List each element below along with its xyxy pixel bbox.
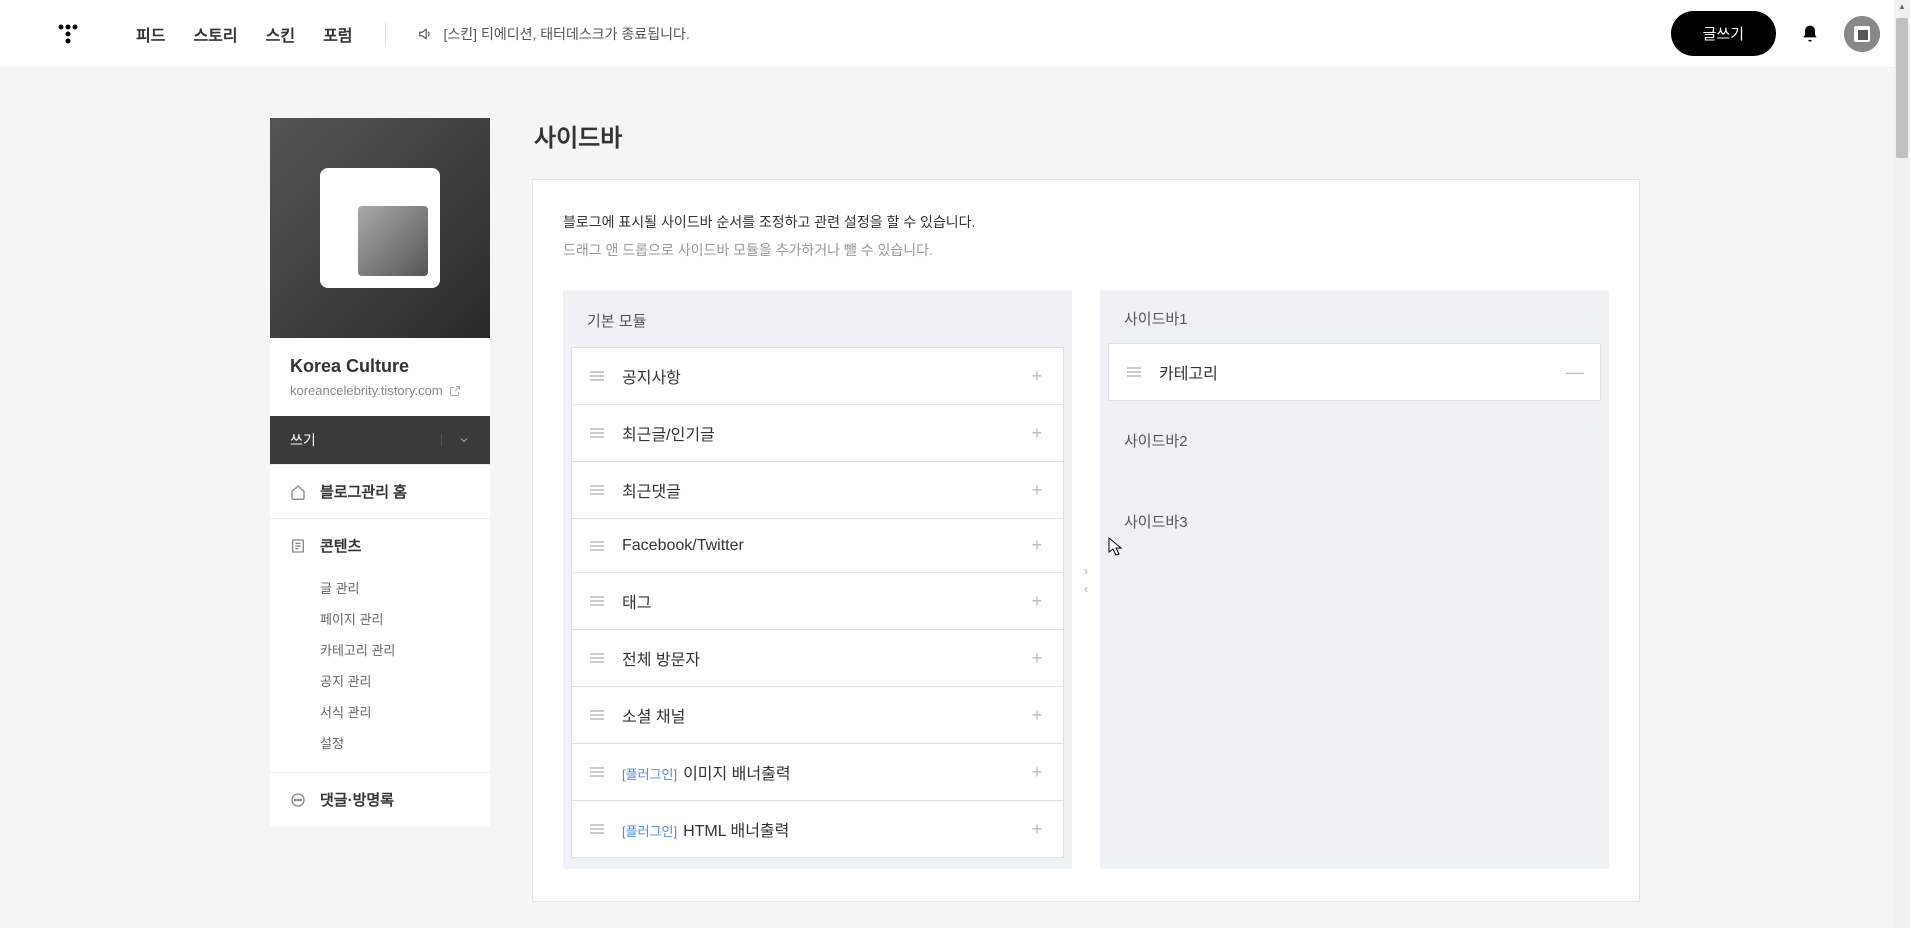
module-label: [플러그인]HTML 배너출력: [622, 817, 1029, 841]
left-menu: 블로그관리 홈 콘텐츠 글 관리 페이지 관리 카테고리 관리 공지 관리 서식…: [270, 464, 490, 826]
module-label: 최근댓글: [622, 478, 1029, 502]
scrollbar[interactable]: ▲: [1894, 0, 1910, 928]
module-label: 태그: [622, 589, 1029, 613]
sub-pages[interactable]: 페이지 관리: [320, 603, 470, 634]
swap-arrows-icon: ›‹: [1084, 564, 1088, 596]
nav-skin[interactable]: 스킨: [266, 22, 295, 46]
drag-handle-icon[interactable]: [590, 652, 604, 664]
add-icon[interactable]: +: [1029, 648, 1045, 669]
module-label: 공지사항: [622, 364, 1029, 388]
sidebar-modules-column: 사이드바1 카테고리— 사이드바2 사이드바3: [1100, 290, 1609, 869]
announce-text: 티에디션, 태터데스크가 종료됩니다.: [481, 26, 690, 42]
header-right: 글쓰기: [1671, 11, 1880, 56]
add-icon[interactable]: +: [1029, 480, 1045, 501]
sub-templates[interactable]: 서식 관리: [320, 696, 470, 727]
scrollbar-thumb[interactable]: [1896, 18, 1908, 158]
add-icon[interactable]: +: [1029, 423, 1045, 444]
add-icon[interactable]: +: [1029, 705, 1045, 726]
document-icon: [290, 538, 306, 554]
nav-forum[interactable]: 포럼: [323, 22, 352, 46]
page-title: 사이드바: [532, 118, 1640, 153]
basic-modules-column: 기본 모듈 공지사항+최근글/인기글+최근댓글+Facebook/Twitter…: [563, 290, 1072, 869]
bell-icon[interactable]: [1800, 24, 1820, 44]
avatar[interactable]: [1844, 16, 1880, 52]
sidebar1-header: 사이드바1: [1100, 290, 1609, 343]
add-icon[interactable]: +: [1029, 762, 1045, 783]
profile-card: Korea Culture koreancelebrity.tistory.co…: [270, 118, 490, 416]
panel: 블로그에 표시될 사이드바 순서를 조정하고 관련 설정을 할 수 있습니다. …: [532, 179, 1640, 902]
module-label: 카테고리: [1159, 360, 1566, 384]
add-icon[interactable]: +: [1029, 366, 1045, 387]
remove-icon[interactable]: —: [1566, 362, 1582, 383]
announcement[interactable]: [스킨] 티에디션, 태터데스크가 종료됩니다.: [418, 24, 690, 44]
external-link-icon: [449, 385, 461, 397]
module-label: 전체 방문자: [622, 646, 1029, 670]
top-header: 피드 스토리 스킨 포럼 [스킨] 티에디션, 태터데스크가 종료됩니다. 글쓰…: [0, 0, 1910, 68]
main-content: 사이드바 블로그에 표시될 사이드바 순서를 조정하고 관련 설정을 할 수 있…: [532, 118, 1640, 902]
description-2: 드래그 앤 드롭으로 사이드바 모듈을 추가하거나 뺄 수 있습니다.: [563, 240, 1609, 260]
module-label: Facebook/Twitter: [622, 537, 1029, 555]
profile-info: Korea Culture koreancelebrity.tistory.co…: [270, 338, 490, 416]
module-item[interactable]: 카테고리—: [1108, 343, 1601, 401]
drag-handle-icon[interactable]: [590, 709, 604, 721]
add-icon[interactable]: +: [1029, 591, 1045, 612]
profile-image[interactable]: [270, 118, 490, 338]
drag-handle-icon[interactable]: [590, 823, 604, 835]
sub-notices[interactable]: 공지 관리: [320, 665, 470, 696]
basic-modules-header: 기본 모듈: [563, 290, 1072, 347]
logo[interactable]: [56, 22, 80, 46]
drag-handle-icon[interactable]: [590, 540, 604, 552]
module-item[interactable]: 소셜 채널+: [571, 686, 1064, 744]
module-item[interactable]: Facebook/Twitter+: [571, 518, 1064, 573]
basic-modules-list: 공지사항+최근글/인기글+최근댓글+Facebook/Twitter+태그+전체…: [563, 347, 1072, 858]
sidebar1-list: 카테고리—: [1100, 343, 1609, 401]
nav-feed[interactable]: 피드: [136, 22, 165, 46]
speaker-icon: [418, 27, 432, 41]
sidebar3-header: 사이드바3: [1100, 493, 1609, 546]
drag-handle-icon[interactable]: [590, 484, 604, 496]
sub-settings[interactable]: 설정: [320, 727, 470, 758]
drag-handle-icon[interactable]: [590, 370, 604, 382]
comment-icon: [290, 792, 306, 808]
menu-comments[interactable]: 댓글·방명록: [270, 773, 490, 826]
write-bar[interactable]: 쓰기: [270, 416, 490, 464]
profile-name: Korea Culture: [290, 356, 470, 377]
add-icon[interactable]: +: [1029, 535, 1045, 556]
drag-handle-icon[interactable]: [1127, 366, 1141, 378]
sub-posts[interactable]: 글 관리: [320, 572, 470, 603]
left-sidebar: Korea Culture koreancelebrity.tistory.co…: [270, 118, 490, 902]
drag-handle-icon[interactable]: [590, 595, 604, 607]
profile-url[interactable]: koreancelebrity.tistory.com: [290, 383, 470, 398]
module-item[interactable]: 최근댓글+: [571, 461, 1064, 519]
scrollbar-up-icon[interactable]: ▲: [1896, 2, 1908, 16]
drag-handle-icon[interactable]: [590, 766, 604, 778]
module-item[interactable]: 최근글/인기글+: [571, 404, 1064, 462]
menu-contents[interactable]: 콘텐츠: [270, 519, 490, 572]
chevron-down-icon[interactable]: [441, 434, 470, 446]
plugin-tag: [플러그인]: [622, 767, 677, 782]
menu-contents-sub: 글 관리 페이지 관리 카테고리 관리 공지 관리 서식 관리 설정: [270, 572, 490, 772]
add-icon[interactable]: +: [1029, 819, 1045, 840]
announce-tag: [스킨]: [444, 26, 478, 42]
sub-categories[interactable]: 카테고리 관리: [320, 634, 470, 665]
module-item[interactable]: [플러그인]HTML 배너출력+: [571, 800, 1064, 858]
module-label: 최근글/인기글: [622, 421, 1029, 445]
module-item[interactable]: [플러그인]이미지 배너출력+: [571, 743, 1064, 801]
top-nav: 피드 스토리 스킨 포럼: [136, 22, 353, 46]
divider: [385, 23, 386, 45]
sidebar2-header: 사이드바2: [1100, 412, 1609, 465]
nav-story[interactable]: 스토리: [193, 22, 237, 46]
write-button[interactable]: 글쓰기: [1671, 11, 1776, 56]
module-columns: 기본 모듈 공지사항+최근글/인기글+최근댓글+Facebook/Twitter…: [563, 290, 1609, 869]
home-icon: [290, 484, 306, 500]
module-label: [플러그인]이미지 배너출력: [622, 760, 1029, 784]
description-1: 블로그에 표시될 사이드바 순서를 조정하고 관련 설정을 할 수 있습니다.: [563, 212, 1609, 232]
module-item[interactable]: 태그+: [571, 572, 1064, 630]
module-item[interactable]: 전체 방문자+: [571, 629, 1064, 687]
module-item[interactable]: 공지사항+: [571, 347, 1064, 405]
drag-handle-icon[interactable]: [590, 427, 604, 439]
menu-home[interactable]: 블로그관리 홈: [270, 465, 490, 518]
plugin-tag: [플러그인]: [622, 824, 677, 839]
module-label: 소셜 채널: [622, 703, 1029, 727]
